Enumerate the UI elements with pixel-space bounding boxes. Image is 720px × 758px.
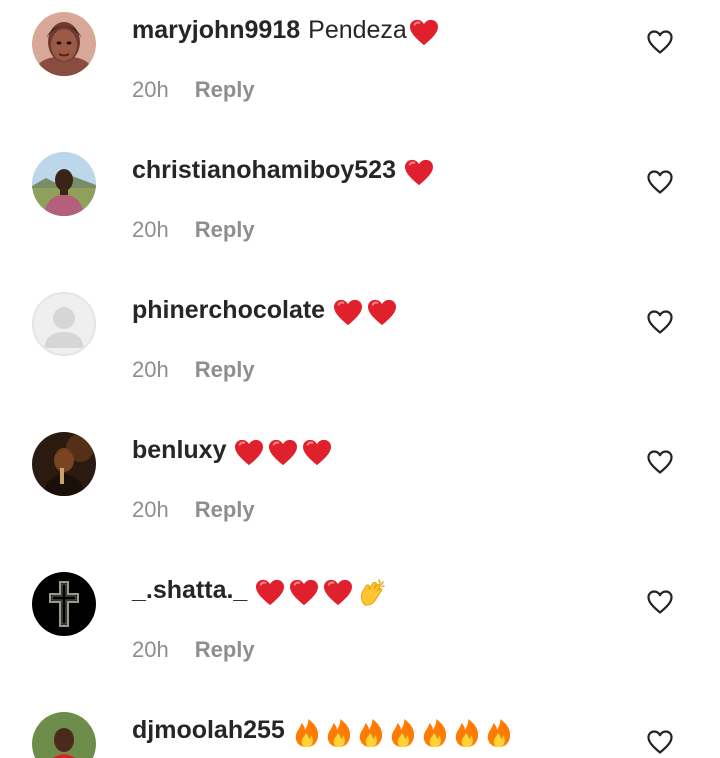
reply-button[interactable]: Reply (195, 77, 255, 102)
comments-list: maryjohn9918 Pendeza 20h Reply christianoh… (0, 0, 720, 758)
comment-username[interactable]: _.shatta._ (132, 576, 247, 604)
avatar[interactable] (32, 572, 96, 636)
red-heart-emoji-icon (324, 579, 353, 605)
comment-line: christianohamiboy523 (132, 152, 438, 188)
comment-emojis (234, 437, 336, 465)
comment-item: djmoolah255 (0, 700, 720, 758)
like-heart-icon[interactable] (646, 728, 674, 756)
avatar-photo-woman (32, 12, 96, 76)
fire-emoji-icon (455, 718, 478, 747)
comment-meta: 20h Reply (132, 352, 255, 388)
avatar[interactable] (32, 152, 96, 216)
default-avatar-icon (34, 294, 94, 354)
comment-username[interactable]: benluxy (132, 436, 226, 464)
comment-timestamp: 20h (132, 637, 169, 662)
fire-emoji-icon (359, 718, 382, 747)
comment-emojis (293, 717, 517, 747)
like-heart-icon[interactable] (646, 448, 674, 476)
comment-username[interactable]: maryjohn9918 (132, 16, 300, 44)
comment-meta: 20h Reply (132, 632, 255, 668)
comment-line: phinerchocolate (132, 292, 401, 328)
red-heart-emoji-icon (404, 159, 433, 185)
fire-emoji-icon (423, 718, 446, 747)
like-heart-icon[interactable] (646, 168, 674, 196)
fire-emoji-icon (487, 718, 510, 747)
comment-emojis (255, 577, 391, 606)
reply-button[interactable]: Reply (195, 217, 255, 242)
comment-meta: 20h Reply (132, 492, 255, 528)
red-heart-emoji-icon (235, 439, 264, 465)
avatar-photo-man-outdoors (32, 152, 96, 216)
fire-emoji-icon (295, 718, 318, 747)
comment-timestamp: 20h (132, 77, 169, 102)
avatar-photo-man-dark (32, 432, 96, 496)
like-heart-icon[interactable] (646, 588, 674, 616)
avatar[interactable] (32, 292, 96, 356)
comment-line: maryjohn9918 Pendeza (132, 12, 443, 48)
comment-timestamp: 20h (132, 357, 169, 382)
comment-line: benluxy (132, 432, 336, 468)
comment-username[interactable]: christianohamiboy523 (132, 156, 396, 184)
avatar[interactable] (32, 712, 96, 758)
comment-emojis (409, 17, 443, 45)
comment-timestamp: 20h (132, 497, 169, 522)
comment-meta: 20h Reply (132, 212, 255, 248)
comment-item: christianohamiboy523 20h Reply (0, 140, 720, 280)
avatar[interactable] (32, 12, 96, 76)
like-heart-icon[interactable] (646, 28, 674, 56)
fire-emoji-icon (391, 718, 414, 747)
avatar-cross-logo (32, 572, 96, 636)
clapping-hands-emoji-icon (361, 579, 386, 606)
red-heart-emoji-icon (256, 579, 285, 605)
comment-timestamp: 20h (132, 217, 169, 242)
comment-line: _.shatta._ (132, 572, 391, 608)
reply-button[interactable]: Reply (195, 637, 255, 662)
red-heart-emoji-icon (409, 19, 438, 45)
red-heart-emoji-icon (368, 299, 397, 325)
comment-emojis (404, 157, 438, 185)
comment-meta: 20h Reply (132, 72, 255, 108)
comment-item: maryjohn9918 Pendeza 20h Reply (0, 0, 720, 140)
comment-item: benluxy 20h Reply (0, 420, 720, 560)
comment-username[interactable]: phinerchocolate (132, 296, 325, 324)
comment-line: djmoolah255 (132, 712, 517, 748)
reply-button[interactable]: Reply (195, 497, 255, 522)
avatar-photo-child (32, 712, 96, 758)
comment-item: _.shatta._ 20h Reply (0, 560, 720, 700)
red-heart-emoji-icon (303, 439, 332, 465)
red-heart-emoji-icon (269, 439, 298, 465)
like-heart-icon[interactable] (646, 308, 674, 336)
comment-username[interactable]: djmoolah255 (132, 716, 285, 744)
comment-item: phinerchocolate 20h Reply (0, 280, 720, 420)
comment-text: Pendeza (308, 16, 407, 44)
reply-button[interactable]: Reply (195, 357, 255, 382)
comment-emojis (333, 297, 401, 325)
avatar[interactable] (32, 432, 96, 496)
red-heart-emoji-icon (290, 579, 319, 605)
fire-emoji-icon (327, 718, 350, 747)
red-heart-emoji-icon (334, 299, 363, 325)
